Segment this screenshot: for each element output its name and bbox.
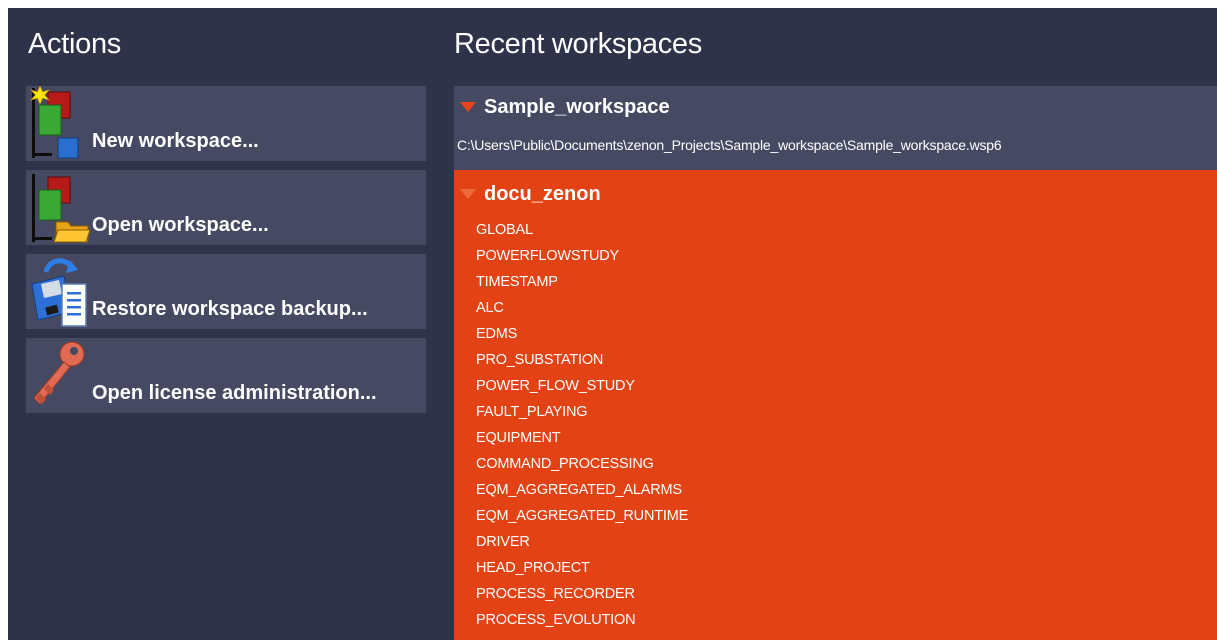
project-list-item[interactable]: GLOBAL <box>476 217 688 243</box>
workspace-name: docu_zenon <box>484 183 601 205</box>
project-list-item[interactable]: HEAD_PROJECT <box>476 555 688 581</box>
project-list-item[interactable]: RUNA <box>476 633 688 640</box>
project-list-item[interactable]: EQUIPMENT <box>476 425 688 451</box>
collapse-triangle-icon[interactable] <box>460 189 476 199</box>
project-list-item[interactable]: POWER_FLOW_STUDY <box>476 373 688 399</box>
workspace-path: C:\Users\Public\Documents\zenon_Projects… <box>457 137 1002 153</box>
open-workspace-icon <box>32 174 91 243</box>
project-list-item[interactable]: COMMAND_PROCESSING <box>476 451 688 477</box>
project-list: GLOBAL POWERFLOWSTUDY TIMESTAMP ALC EDMS PRO_… <box>476 217 688 640</box>
restore-backup-icon <box>31 258 87 327</box>
project-list-item[interactable]: ALC <box>476 295 688 321</box>
workspace-name: Sample_workspace <box>484 96 670 118</box>
collapse-triangle-icon[interactable] <box>460 102 476 112</box>
project-list-item[interactable]: PRO_SUBSTATION <box>476 347 688 373</box>
new-workspace-icon <box>30 86 79 159</box>
project-list-item[interactable]: PROCESS_EVOLUTION <box>476 607 688 633</box>
license-key-icon <box>33 341 85 405</box>
open-workspace-label: Open workspace... <box>92 214 269 236</box>
project-list-item[interactable]: EQM_AGGREGATED_RUNTIME <box>476 503 688 529</box>
license-administration-label: Open license administration... <box>92 382 377 404</box>
recent-workspace-item-selected[interactable]: docu_zenon GLOBAL POWERFLOWSTUDY TIMESTAMP… <box>454 170 1217 640</box>
new-workspace-button[interactable]: New workspace... <box>26 86 426 161</box>
recent-workspaces-heading: Recent workspaces <box>454 28 702 60</box>
actions-heading: Actions <box>28 28 121 60</box>
restore-backup-label: Restore workspace backup... <box>92 298 368 320</box>
open-workspace-button[interactable]: Open workspace... <box>26 170 426 245</box>
license-administration-button[interactable]: Open license administration... <box>26 338 426 413</box>
new-workspace-label: New workspace... <box>92 130 259 152</box>
recent-workspace-item[interactable]: Sample_workspace C:\Users\Public\Documen… <box>454 86 1217 170</box>
project-list-item[interactable]: EDMS <box>476 321 688 347</box>
project-list-item[interactable]: EQM_AGGREGATED_ALARMS <box>476 477 688 503</box>
project-list-item[interactable]: PROCESS_RECORDER <box>476 581 688 607</box>
restore-backup-button[interactable]: Restore workspace backup... <box>26 254 426 329</box>
project-list-item[interactable]: POWERFLOWSTUDY <box>476 243 688 269</box>
start-page: Actions Recent workspaces New workspace.… <box>8 8 1217 640</box>
project-list-item[interactable]: DRIVER <box>476 529 688 555</box>
project-list-item[interactable]: FAULT_PLAYING <box>476 399 688 425</box>
project-list-item[interactable]: TIMESTAMP <box>476 269 688 295</box>
